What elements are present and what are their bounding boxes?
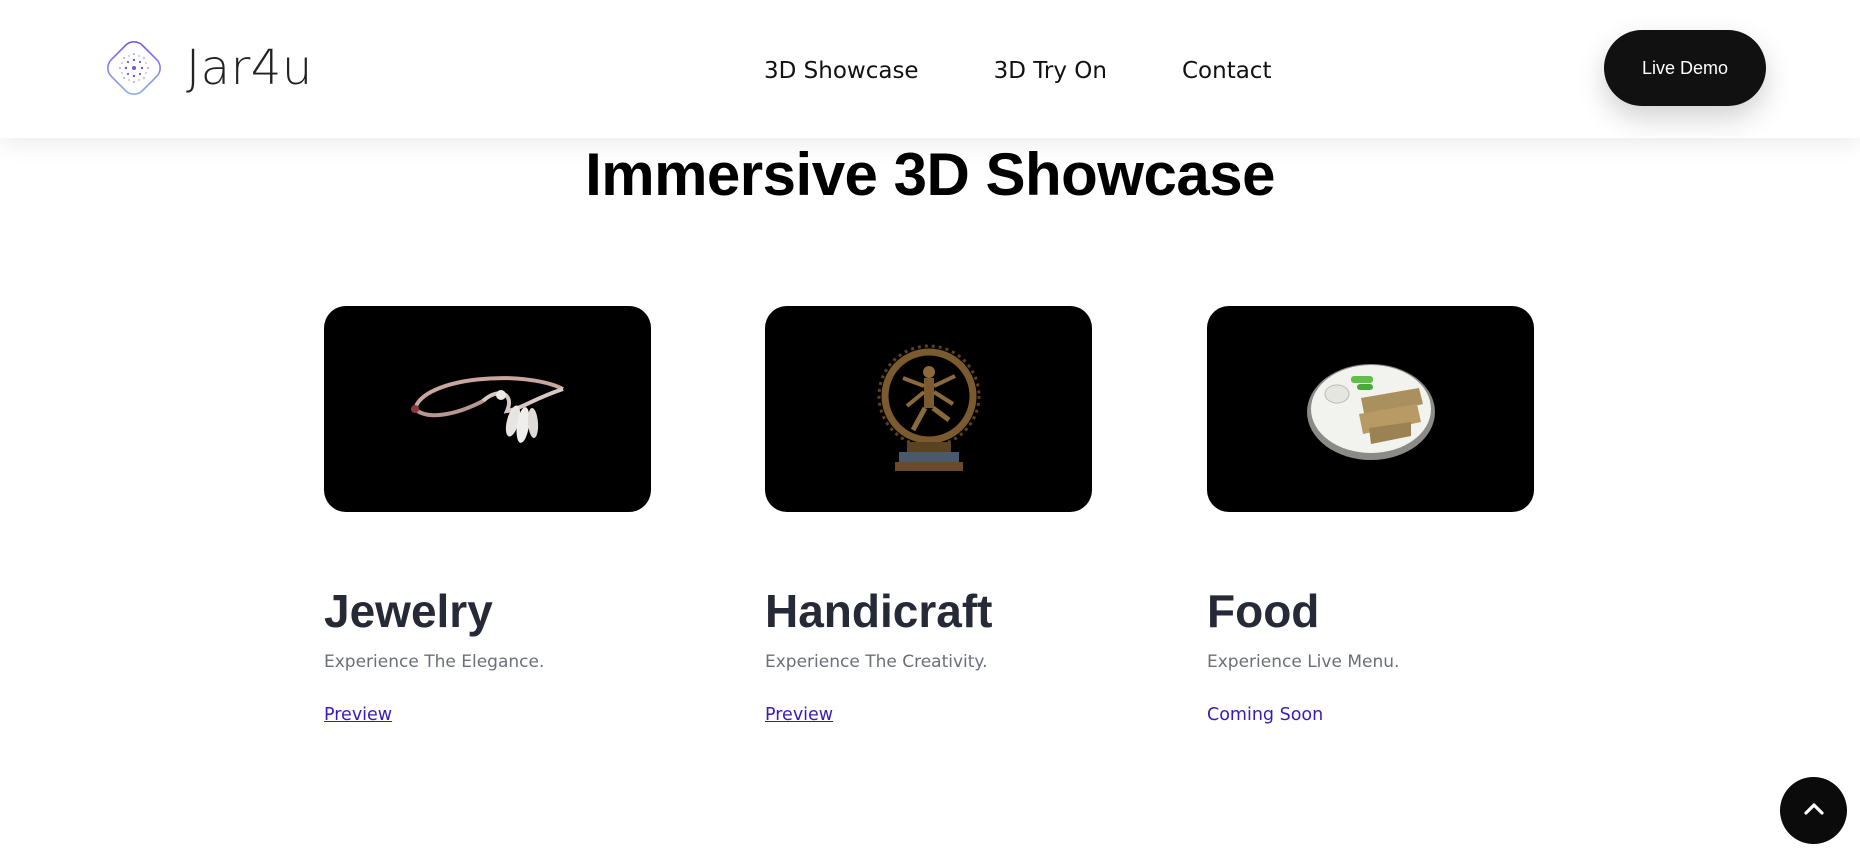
card-description: Experience The Elegance. — [324, 652, 545, 672]
showcase-card-food: Food Experience Live Menu. Coming Soon — [1207, 306, 1534, 725]
live-demo-button[interactable]: Live Demo — [1604, 30, 1766, 106]
nav-item-3d-showcase[interactable]: 3D Showcase — [764, 58, 919, 84]
section-title: Immersive 3D Showcase — [585, 141, 1275, 208]
preview-link[interactable]: Preview — [324, 705, 392, 725]
food-plate-image — [1207, 306, 1534, 512]
showcase-card-handicraft: Handicraft Experience The Creativity. Pr… — [765, 306, 1092, 725]
card-title: Jewelry — [324, 585, 493, 637]
preview-link[interactable]: Preview — [765, 705, 833, 725]
bracelet-image — [324, 306, 651, 512]
chevron-up-icon — [1801, 796, 1827, 825]
main-nav: 3D Showcase 3D Try On Contact — [764, 58, 1271, 84]
card-description: Experience Live Menu. — [1207, 652, 1400, 672]
coming-soon-link[interactable]: Coming Soon — [1207, 705, 1323, 725]
showcase-card-jewelry: Jewelry Experience The Elegance. Preview — [324, 306, 651, 725]
site-header: Jar4u 3D Showcase 3D Try On Contact Live… — [0, 0, 1860, 138]
scroll-to-top-button[interactable] — [1780, 777, 1847, 844]
nataraja-statue-image — [765, 306, 1092, 512]
card-title: Food — [1207, 585, 1320, 637]
brand-name: Jar4u — [186, 40, 313, 96]
card-title: Handicraft — [765, 585, 993, 637]
card-description: Experience The Creativity. — [765, 652, 988, 672]
logo-icon — [100, 34, 168, 102]
brand-logo[interactable]: Jar4u — [100, 34, 313, 102]
nav-item-contact[interactable]: Contact — [1182, 58, 1271, 84]
nav-item-3d-try-on[interactable]: 3D Try On — [994, 58, 1107, 84]
